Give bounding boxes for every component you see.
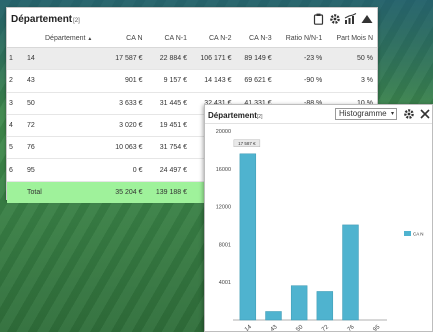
chart-window-title-count: [2] — [256, 114, 263, 120]
cell-part: 50 % — [326, 47, 377, 71]
cell-part: 3 % — [326, 69, 377, 93]
bar-43 — [265, 311, 282, 321]
cell-departement: 14 — [23, 47, 107, 71]
cell-ratio: -23 % — [275, 47, 327, 71]
gear-icon[interactable] — [403, 107, 415, 119]
cell-ca-n1: 24 497 € — [146, 158, 192, 182]
cell-departement: 76 — [23, 136, 107, 160]
y-tick-label: 16000 — [216, 167, 231, 173]
chart-window-title: Département[2] — [208, 111, 262, 120]
total-label: Total — [23, 181, 107, 204]
cell-departement: 43 — [23, 69, 107, 93]
y-tick-label: 12000 — [216, 205, 231, 211]
cell-ca-n: 10 063 € — [106, 136, 147, 160]
legend-label: CA N — [413, 232, 424, 237]
cell-ca-n: 901 € — [106, 69, 147, 93]
table-header-row: Département ▲ CA N CA N-1 CA N-2 CA N-3 … — [7, 30, 377, 48]
cell-ca-n2: 14 143 € — [191, 69, 236, 93]
panel-title-count: [2] — [73, 18, 80, 24]
panel-toolbar — [312, 12, 373, 25]
table-row[interactable]: 2 43 901 € 9 157 € 14 143 € 69 621 € -90… — [7, 69, 377, 93]
panel-title: Département[2] — [11, 14, 80, 25]
close-icon[interactable] — [419, 107, 431, 119]
x-tick-label: 72 — [321, 324, 330, 331]
cell-ratio: -90 % — [275, 69, 327, 93]
row-index — [7, 181, 23, 204]
gear-icon[interactable] — [328, 12, 341, 25]
cell-ca-n: 3 633 € — [106, 92, 147, 115]
row-index: 3 — [7, 92, 23, 115]
row-index: 1 — [7, 47, 23, 71]
x-tick-label: 95 — [372, 324, 381, 331]
cell-ca-n: 3 020 € — [106, 114, 147, 138]
tooltip-value: 17 587 € — [238, 141, 256, 146]
panel-header: Département[2] — [7, 8, 377, 30]
collapse-arrow-icon[interactable] — [360, 12, 373, 25]
chart-type-select-value: Histogramme — [339, 109, 387, 118]
chart-type-select[interactable]: Histogramme ▾ — [335, 108, 397, 120]
bar-76 — [342, 224, 359, 321]
index-header — [7, 30, 23, 48]
clipboard-icon[interactable] — [312, 12, 325, 25]
column-header-ca-n[interactable]: CA N — [106, 30, 147, 48]
total-ca-n: 35 204 € — [106, 181, 147, 204]
x-tick-label: 76 — [347, 324, 356, 331]
y-tick-label: 20000 — [216, 129, 231, 135]
table-row[interactable]: 1 14 17 587 € 22 884 € 106 171 € 89 149 … — [7, 47, 377, 71]
chevron-down-icon: ▾ — [390, 111, 394, 117]
chart-window-title-text: Département — [208, 111, 257, 120]
cell-departement: 50 — [23, 92, 107, 115]
column-header-departement-label: Département — [45, 35, 86, 42]
row-index: 5 — [7, 136, 23, 160]
cell-departement: 95 — [23, 158, 107, 182]
column-header-ratio[interactable]: Ratio N/N-1 — [275, 30, 327, 48]
row-index: 4 — [7, 114, 23, 138]
column-header-part-mois[interactable]: Part Mois N — [326, 30, 377, 48]
y-tick-label: 8001 — [219, 242, 231, 248]
cell-ca-n1: 31 445 € — [146, 92, 192, 115]
x-tick-label: 43 — [270, 324, 279, 331]
cell-ca-n2: 106 171 € — [191, 47, 236, 71]
legend-swatch — [404, 231, 411, 236]
cell-ca-n3: 89 149 € — [235, 47, 276, 71]
cell-departement: 72 — [23, 114, 107, 138]
row-index: 6 — [7, 158, 23, 182]
y-tick-label: 4001 — [219, 280, 231, 286]
chart-icon[interactable] — [344, 12, 357, 25]
bar-chart: 4001 8001 12000 16000 20000 14 43 50 72 76 95 17 58… — [216, 129, 424, 331]
x-tick-label: 14 — [244, 324, 253, 331]
sort-asc-icon: ▲ — [87, 36, 93, 42]
cell-ca-n1: 31 754 € — [146, 136, 192, 160]
bar-14 — [239, 153, 257, 321]
cell-ca-n1: 19 451 € — [146, 114, 192, 138]
column-header-ca-n2[interactable]: CA N-2 — [191, 30, 236, 48]
bar-72 — [316, 291, 334, 321]
bar-50 — [290, 285, 308, 321]
cell-ca-n1: 9 157 € — [146, 69, 192, 93]
cell-ca-n3: 69 621 € — [235, 69, 276, 93]
cell-ca-n1: 22 884 € — [146, 47, 192, 71]
chart-window: Département[2] Histogramme ▾ 4001 8001 120… — [204, 104, 433, 332]
panel-title-text: Département — [11, 14, 73, 25]
column-header-ca-n3[interactable]: CA N-3 — [235, 30, 276, 48]
cell-ca-n: 0 € — [106, 158, 147, 182]
column-header-departement[interactable]: Département ▲ — [23, 30, 107, 48]
x-tick-label: 50 — [295, 324, 304, 331]
row-index: 2 — [7, 69, 23, 93]
cell-ca-n: 17 587 € — [106, 47, 147, 71]
column-header-ca-n1[interactable]: CA N-1 — [146, 30, 192, 48]
total-ca-n1: 139 188 € — [146, 181, 192, 204]
